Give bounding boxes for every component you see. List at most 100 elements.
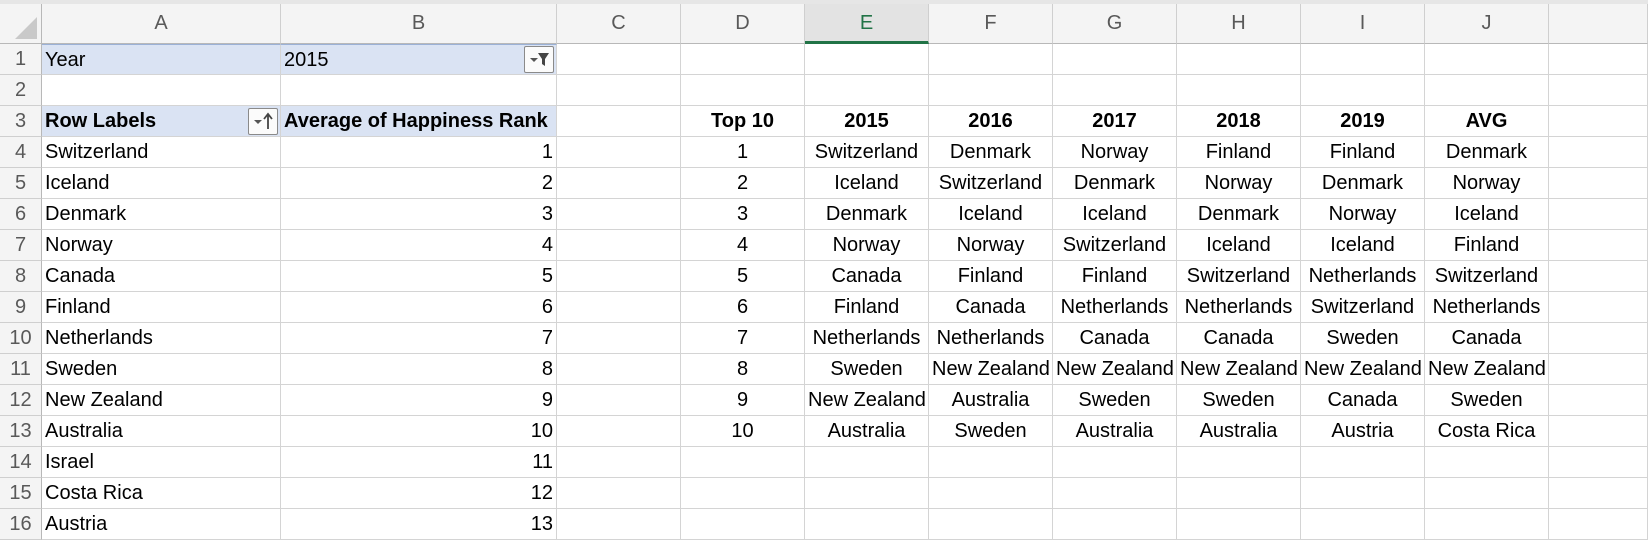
row-header-13[interactable]: 13 [0,416,42,447]
cell-f16[interactable] [929,509,1053,540]
pivot-row-label[interactable]: Canada [42,261,281,292]
top10-country[interactable]: Sweden [805,354,929,385]
top10-country[interactable]: Finland [1425,230,1549,261]
cell-e1[interactable] [805,44,929,75]
top10-country[interactable]: Austria [1301,416,1425,447]
top10-country[interactable]: Norway [1177,168,1301,199]
pivot-row-label[interactable]: Sweden [42,354,281,385]
top10-country[interactable]: New Zealand [1177,354,1301,385]
top10-country[interactable]: Sweden [1177,385,1301,416]
cell-g2[interactable] [1053,75,1177,106]
pivot-row-value[interactable]: 5 [281,261,557,292]
cell-c13[interactable] [557,416,681,447]
top10-country[interactable]: Finland [1177,137,1301,168]
cell-h14[interactable] [1177,447,1301,478]
top10-country[interactable]: New Zealand [1425,354,1549,385]
cell-c2[interactable] [557,75,681,106]
pivot-row-value[interactable]: 11 [281,447,557,478]
cell-c10[interactable] [557,323,681,354]
row-header-4[interactable]: 4 [0,137,42,168]
top10-rank[interactable]: 1 [681,137,805,168]
cell-c8[interactable] [557,261,681,292]
top10-country[interactable]: Australia [805,416,929,447]
cell-a2[interactable] [42,75,281,106]
cell-c4[interactable] [557,137,681,168]
top10-country[interactable]: Netherlands [1425,292,1549,323]
top10-rank[interactable]: 10 [681,416,805,447]
pivot-row-value[interactable]: 3 [281,199,557,230]
pivot-row-value[interactable]: 8 [281,354,557,385]
cell-c14[interactable] [557,447,681,478]
top10-country[interactable]: Finland [1053,261,1177,292]
select-all-corner[interactable] [0,4,42,44]
top10-header[interactable]: 2017 [1053,106,1177,137]
top10-country[interactable]: Iceland [805,168,929,199]
top10-country[interactable]: Switzerland [929,168,1053,199]
top10-country[interactable]: Norway [1301,199,1425,230]
filter-dropdown-icon[interactable] [524,46,554,73]
top10-country[interactable]: Iceland [929,199,1053,230]
cell-g15[interactable] [1053,478,1177,509]
top10-country[interactable]: Denmark [1053,168,1177,199]
cell-j1[interactable] [1425,44,1549,75]
cell-j16[interactable] [1425,509,1549,540]
row-header-5[interactable]: 5 [0,168,42,199]
pivot-row-label[interactable]: Netherlands [42,323,281,354]
row-header-9[interactable]: 9 [0,292,42,323]
pivot-row-value[interactable]: 13 [281,509,557,540]
top10-country[interactable]: Netherlands [1301,261,1425,292]
top10-header[interactable]: AVG [1425,106,1549,137]
cell-d1[interactable] [681,44,805,75]
pivot-row-label[interactable]: Norway [42,230,281,261]
top10-country[interactable]: Denmark [805,199,929,230]
top10-country[interactable]: Denmark [1425,137,1549,168]
top10-country[interactable]: Norway [805,230,929,261]
cell-j15[interactable] [1425,478,1549,509]
pivot-row-label[interactable]: Finland [42,292,281,323]
cell-h1[interactable] [1177,44,1301,75]
pivot-row-value[interactable]: 12 [281,478,557,509]
column-header-i[interactable]: I [1301,4,1425,44]
cell-i15[interactable] [1301,478,1425,509]
cell-c3[interactable] [557,106,681,137]
top10-country[interactable]: Denmark [929,137,1053,168]
row-header-12[interactable]: 12 [0,385,42,416]
top10-rank[interactable]: 4 [681,230,805,261]
cell-h16[interactable] [1177,509,1301,540]
cell-f2[interactable] [929,75,1053,106]
top10-country[interactable]: Norway [1425,168,1549,199]
cell-i2[interactable] [1301,75,1425,106]
top10-country[interactable]: Canada [1425,323,1549,354]
top10-country[interactable]: New Zealand [1053,354,1177,385]
top10-country[interactable]: Netherlands [929,323,1053,354]
top10-country[interactable]: Sweden [929,416,1053,447]
top10-country[interactable]: Netherlands [1053,292,1177,323]
sort-ascending-dropdown-icon[interactable] [248,108,278,135]
cell-c11[interactable] [557,354,681,385]
pivot-row-label[interactable]: Costa Rica [42,478,281,509]
cell-c9[interactable] [557,292,681,323]
top10-rank[interactable]: 8 [681,354,805,385]
pivot-row-label[interactable]: Israel [42,447,281,478]
top10-country[interactable]: Costa Rica [1425,416,1549,447]
pivot-row-value[interactable]: 10 [281,416,557,447]
pivot-value-header[interactable]: Average of Happiness Rank [281,106,557,137]
cell-d14[interactable] [681,447,805,478]
top10-country[interactable]: Netherlands [1177,292,1301,323]
cell-f1[interactable] [929,44,1053,75]
top10-country[interactable]: Switzerland [1177,261,1301,292]
top10-rank[interactable]: 7 [681,323,805,354]
cell-g1[interactable] [1053,44,1177,75]
top10-country[interactable]: Switzerland [805,137,929,168]
top10-country[interactable]: Finland [1301,137,1425,168]
top10-header[interactable]: 2016 [929,106,1053,137]
top10-country[interactable]: Iceland [1177,230,1301,261]
top10-rank[interactable]: 9 [681,385,805,416]
top10-country[interactable]: Norway [929,230,1053,261]
top10-country[interactable]: Australia [1053,416,1177,447]
top10-country[interactable]: Iceland [1425,199,1549,230]
row-header-7[interactable]: 7 [0,230,42,261]
top10-country[interactable]: Iceland [1301,230,1425,261]
pivot-row-value[interactable]: 9 [281,385,557,416]
top10-country[interactable]: New Zealand [805,385,929,416]
